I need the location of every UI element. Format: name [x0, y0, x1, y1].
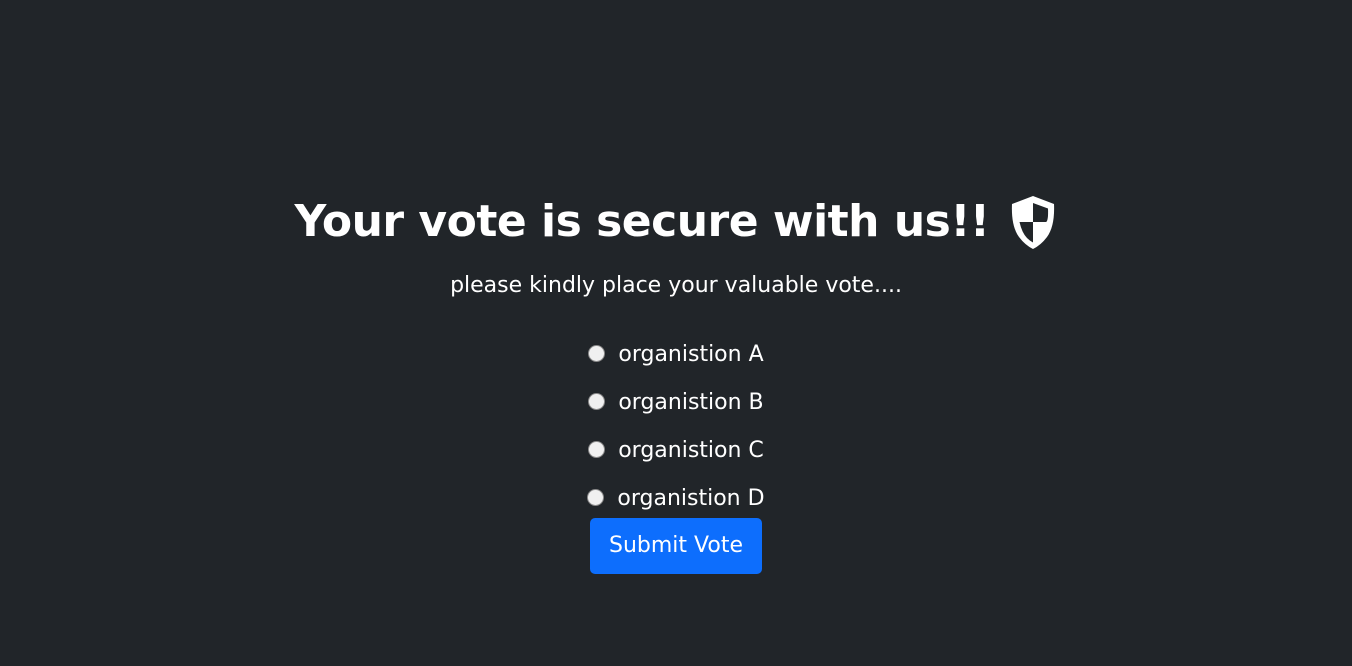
vote-options: organistion A organistion B organistion … [0, 331, 1352, 523]
shield-half-icon [1012, 196, 1055, 249]
vote-option-label: organistion C [618, 438, 764, 463]
submit-row: Submit Vote [0, 518, 1352, 574]
vote-option-a[interactable]: organistion A [0, 331, 1352, 379]
heading-row: Your vote is secure with us!! [0, 192, 1352, 252]
radio-button-d[interactable] [587, 488, 605, 506]
vote-option-b[interactable]: organistion B [0, 379, 1352, 427]
vote-option-label: organistion B [618, 390, 764, 415]
vote-option-d[interactable]: organistion D [0, 475, 1352, 523]
page-title: Your vote is secure with us!! [294, 196, 990, 247]
radio-button-c[interactable] [588, 440, 606, 458]
vote-option-label: organistion A [618, 342, 764, 367]
vote-option-c[interactable]: organistion C [0, 427, 1352, 475]
radio-button-a[interactable] [588, 344, 606, 362]
radio-button-b[interactable] [588, 392, 606, 410]
submit-vote-button[interactable]: Submit Vote [590, 518, 762, 574]
voting-page: Your vote is secure with us!! please kin… [0, 0, 1352, 666]
vote-option-label: organistion D [617, 486, 765, 511]
page-subtitle: please kindly place your valuable vote..… [450, 273, 902, 298]
